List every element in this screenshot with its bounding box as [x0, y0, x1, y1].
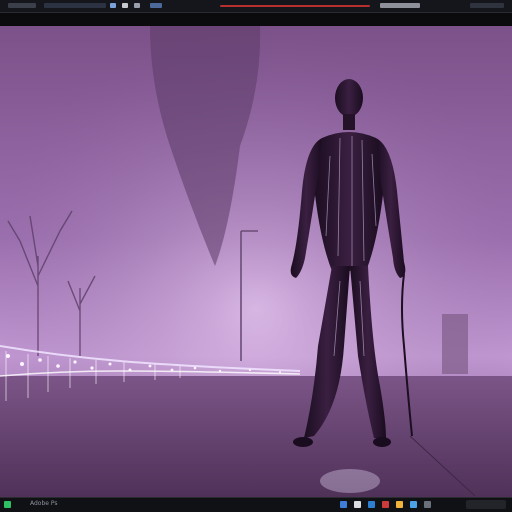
- files-icon[interactable]: [396, 501, 403, 508]
- menu-segment[interactable]: [8, 3, 36, 8]
- progress-indicator: [220, 5, 370, 7]
- mail-icon[interactable]: [410, 501, 417, 508]
- edge-icon[interactable]: [340, 501, 347, 508]
- settings-icon[interactable]: [424, 501, 431, 508]
- distant-building: [442, 314, 468, 374]
- window-controls[interactable]: [470, 3, 504, 8]
- toolbar-icon[interactable]: [122, 3, 128, 8]
- start-icon[interactable]: [4, 501, 11, 508]
- toolbar-icon[interactable]: [110, 3, 116, 8]
- image-canvas[interactable]: [0, 26, 512, 498]
- toolbar-icon[interactable]: [150, 3, 162, 8]
- store-icon[interactable]: [368, 501, 375, 508]
- scene-image: [0, 26, 512, 498]
- application-window: Adobe Ps: [0, 0, 512, 512]
- toolbar-icon[interactable]: [380, 3, 420, 8]
- toolbar-icon[interactable]: [134, 3, 140, 8]
- system-tray[interactable]: [466, 500, 506, 509]
- title-bar: [0, 0, 512, 13]
- menu-segment[interactable]: [44, 3, 106, 8]
- explorer-icon[interactable]: [354, 501, 361, 508]
- taskbar: Adobe Ps: [0, 497, 512, 512]
- chrome-icon[interactable]: [382, 501, 389, 508]
- ground-reflection: [320, 469, 380, 493]
- taskbar-app-label[interactable]: Adobe Ps: [30, 500, 58, 507]
- wet-ground: [0, 376, 512, 498]
